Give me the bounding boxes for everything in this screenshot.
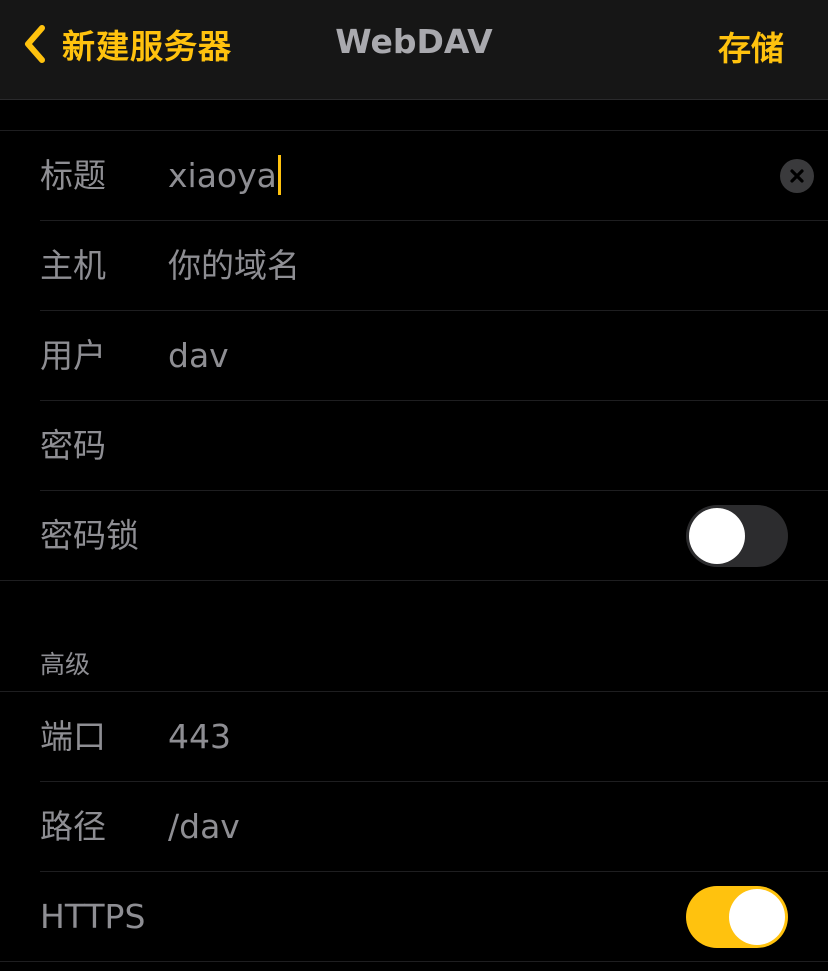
password-label: 密码 — [40, 426, 106, 465]
https-label: HTTPS — [40, 897, 146, 936]
title-input-text: xiaoya — [168, 156, 277, 195]
user-input[interactable]: dav — [168, 311, 229, 400]
user-label: 用户 — [40, 336, 106, 375]
host-row[interactable]: 主机 你的域名 — [40, 221, 828, 311]
clear-text-icon[interactable] — [780, 159, 814, 193]
https-row: HTTPS — [40, 872, 828, 961]
https-toggle[interactable] — [686, 886, 788, 948]
passcode-lock-row: 密码锁 — [40, 491, 828, 580]
title-label: 标题 — [40, 156, 106, 195]
host-input[interactable]: 你的域名 — [168, 221, 300, 310]
path-row[interactable]: 路径 /dav — [40, 782, 828, 872]
toggle-knob — [729, 889, 785, 945]
server-basic-settings: 标题 xiaoya 主机 你的域名 用户 dav 密码 密码锁 — [0, 130, 828, 581]
host-label: 主机 — [40, 246, 106, 285]
user-row[interactable]: 用户 dav — [40, 311, 828, 401]
port-label: 端口 — [40, 717, 106, 756]
navigation-bar: 新建服务器 WebDAV 存储 — [0, 0, 828, 100]
server-advanced-settings: 端口 443 路径 /dav HTTPS — [0, 691, 828, 962]
title-row[interactable]: 标题 xiaoya — [40, 131, 828, 221]
save-button[interactable]: 存储 — [718, 22, 784, 70]
passcode-lock-toggle[interactable] — [686, 505, 788, 567]
passcode-lock-label: 密码锁 — [40, 516, 139, 555]
title-input[interactable]: xiaoya — [168, 131, 281, 220]
password-row[interactable]: 密码 — [40, 401, 828, 491]
text-cursor — [277, 154, 281, 195]
port-row[interactable]: 端口 443 — [40, 692, 828, 782]
port-input[interactable]: 443 — [168, 692, 231, 781]
path-input[interactable]: /dav — [168, 782, 240, 871]
toggle-knob — [689, 508, 745, 564]
advanced-section-header: 高级 — [40, 650, 91, 679]
path-label: 路径 — [40, 807, 106, 846]
page-title: WebDAV — [335, 22, 493, 61]
